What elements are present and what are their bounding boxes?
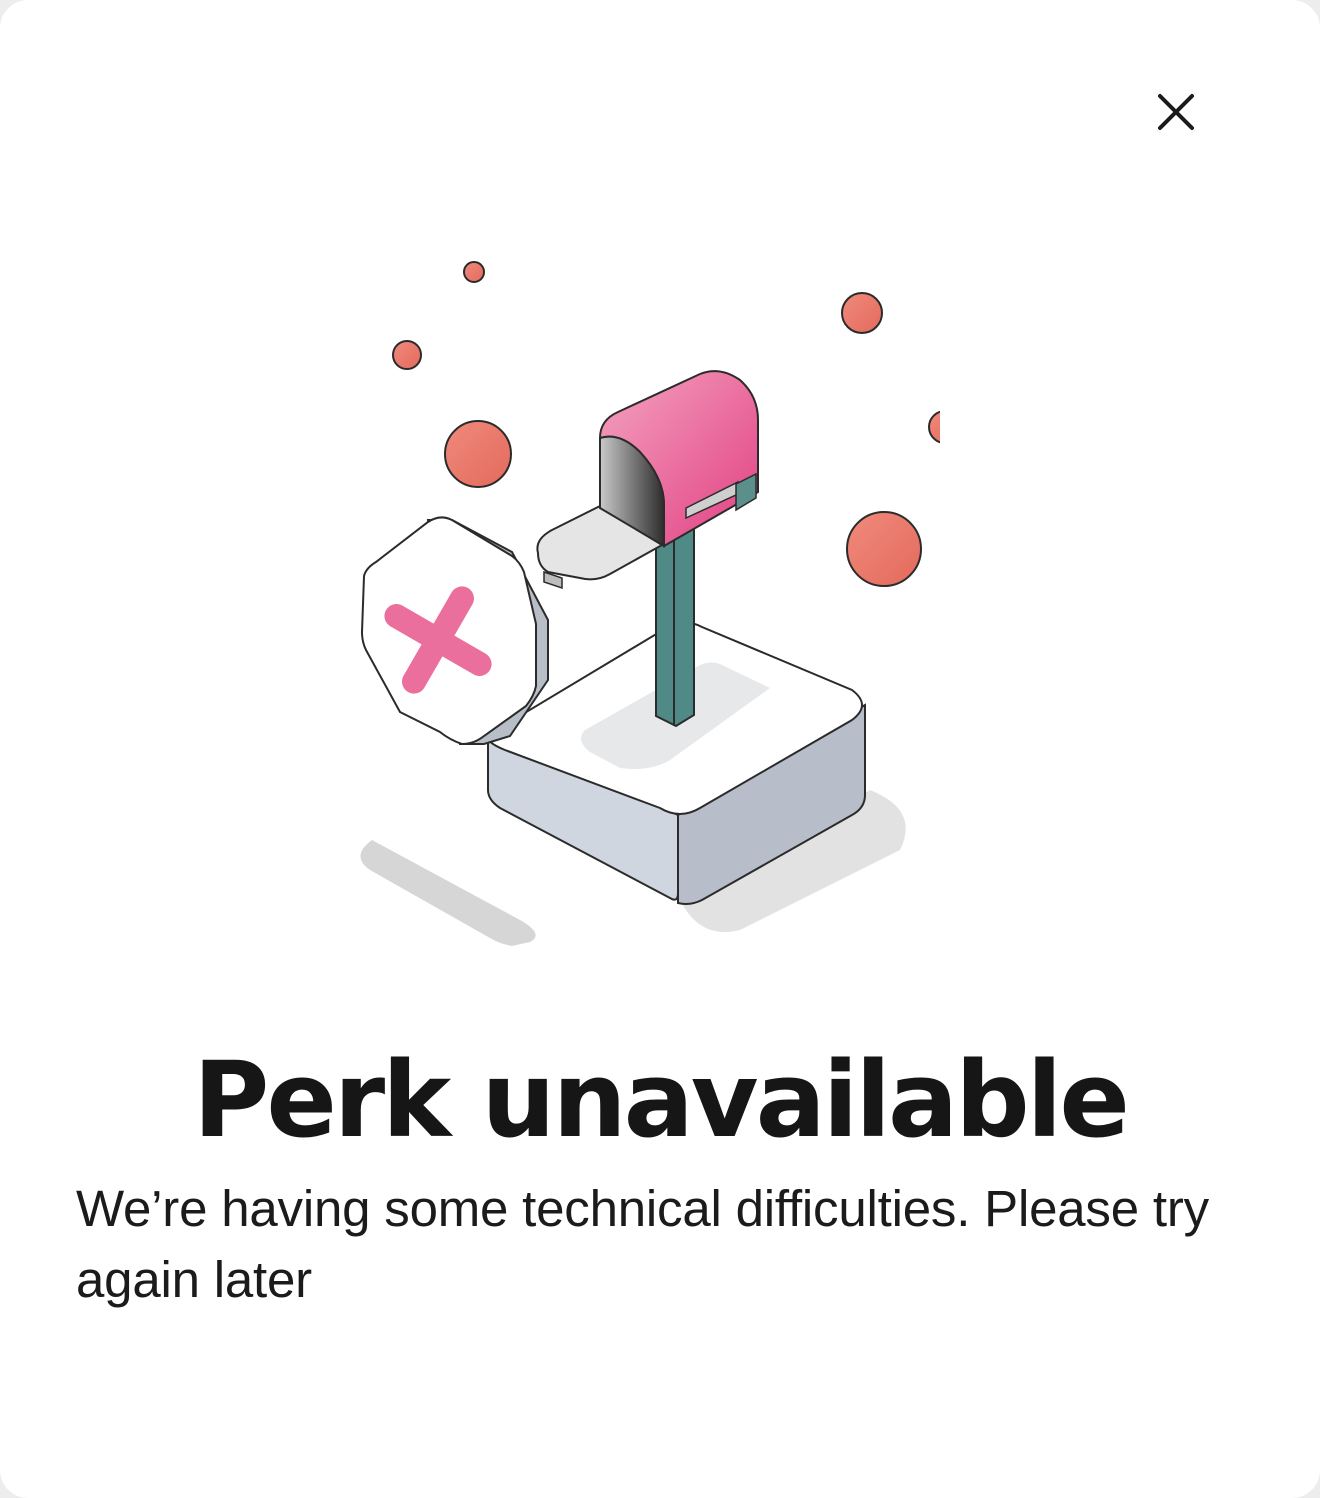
close-icon [1158,94,1194,130]
ground-shadow [360,840,536,946]
perk-unavailable-dialog: Perk unavailable We’re having some techn… [0,0,1320,1498]
dialog-message: We’re having some technical difficulties… [76,1180,1209,1308]
bubble [846,511,922,587]
bubble [463,261,485,283]
mailbox-error-illustration [360,261,940,946]
bubble [444,420,512,488]
bubble [928,410,940,444]
close-button[interactable] [1146,82,1206,142]
bubble [392,340,422,370]
bubble [841,292,883,334]
dialog-title: Perk unavailable [193,1039,1130,1161]
